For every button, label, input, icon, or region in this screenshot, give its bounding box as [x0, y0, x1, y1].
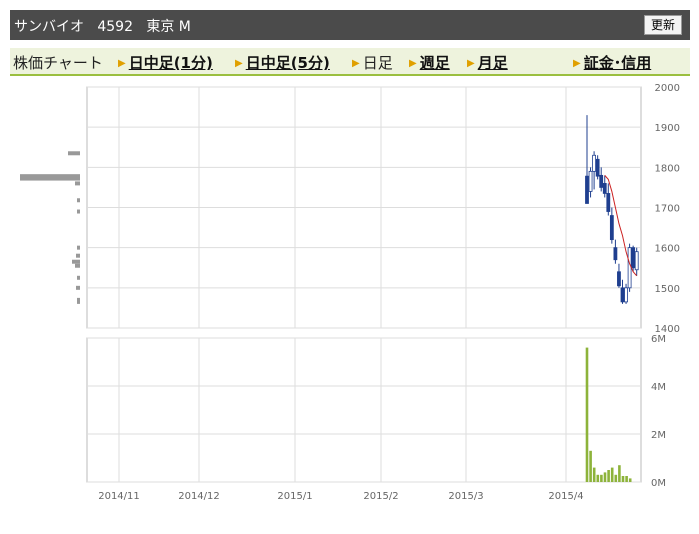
- candle-body: [585, 175, 589, 204]
- price-tick-label: 1800: [655, 163, 680, 174]
- candle-body: [602, 183, 607, 194]
- volume-bar: [596, 474, 600, 482]
- candle-body: [599, 174, 604, 188]
- profile-bar: [77, 299, 80, 304]
- tab-label[interactable]: 月足: [478, 54, 508, 72]
- candle-body: [592, 154, 596, 172]
- profile-bar: [76, 253, 80, 258]
- chart-period-tabs: 株価チャート ▶ 日中足(1分) ▶ 日中足(5分) ▶ 日足 ▶ 週足 ▶ 月足 ▶ 証金…: [10, 48, 690, 76]
- volume-axis: 0M 2M 4M 6M: [651, 334, 666, 489]
- tab-intraday-1min[interactable]: ▶ 日中足(1分): [118, 52, 213, 73]
- volume-bar: [618, 465, 621, 482]
- candle-body: [588, 170, 593, 192]
- tab-daily: ▶ 日足: [352, 52, 393, 73]
- tab-label[interactable]: 日中足(1分): [129, 54, 213, 72]
- candle-body: [627, 247, 632, 289]
- date-tick-label: 2015/3: [448, 491, 483, 502]
- volume-bar: [628, 478, 632, 482]
- stock-code: 4592: [97, 19, 133, 35]
- volume-bar: [592, 467, 596, 482]
- tab-intraday-5min[interactable]: ▶ 日中足(5分): [235, 52, 330, 73]
- tab-label: 日足: [362, 54, 393, 72]
- arrow-right-icon: ▶: [118, 58, 126, 69]
- date-tick-label: 2014/12: [178, 491, 220, 502]
- stock-title: サンバイオ 4592 東京 M: [14, 16, 191, 36]
- date-axis: 2014/11 2014/12 2015/1 2015/2 2015/3 2015/4: [98, 491, 583, 502]
- stock-header: サンバイオ 4592 東京 M 更新: [10, 10, 690, 40]
- tab-weekly[interactable]: ▶ 週足: [409, 52, 450, 73]
- volume-bar: [621, 476, 625, 482]
- tab-stock-chart: 株価チャート: [13, 52, 103, 73]
- refresh-button[interactable]: 更新: [643, 15, 682, 35]
- volume-bar: [610, 467, 614, 482]
- candle-body: [606, 193, 611, 212]
- volume-bar: [585, 347, 589, 482]
- price-tick-label: 2000: [655, 83, 680, 94]
- price-axis: 1400150016001700180019002000: [655, 83, 680, 335]
- tab-margin-credit[interactable]: ▶ 証金･信用: [573, 52, 651, 73]
- candle-body: [631, 247, 636, 269]
- tab-label[interactable]: 日中足(5分): [246, 54, 330, 72]
- price-volume-profile: [20, 151, 80, 304]
- candle-body: [595, 158, 600, 177]
- price-tick-label: 1700: [655, 204, 680, 215]
- arrow-right-icon: ▶: [467, 58, 475, 69]
- profile-bar: [75, 263, 80, 268]
- volume-bar: [607, 470, 610, 482]
- profile-bar: [77, 209, 80, 214]
- stock-market: 東京 M: [146, 19, 191, 35]
- arrow-right-icon: ▶: [235, 58, 243, 69]
- price-tick-label: 1900: [655, 123, 680, 134]
- profile-bar: [77, 198, 80, 203]
- candle-body: [617, 271, 621, 287]
- volume-panel: [86, 337, 642, 483]
- candle-body: [613, 247, 618, 261]
- stock-name: サンバイオ: [14, 19, 84, 35]
- volume-bar: [600, 474, 603, 482]
- candle-body: [634, 251, 639, 271]
- volume-bar: [614, 474, 618, 482]
- candle-body: [620, 287, 625, 303]
- volume-tick-label: 4M: [651, 382, 666, 393]
- profile-bar: [77, 245, 80, 250]
- stock-chart: 1400150016001700180019002000 0M2M4M6M 20…: [20, 83, 680, 502]
- volume-tick-label: 6M: [651, 334, 666, 345]
- date-tick-label: 2015/1: [277, 491, 312, 502]
- price-tick-label: 1600: [655, 244, 680, 255]
- arrow-right-icon: ▶: [409, 58, 417, 69]
- volume-tick-label: 0M: [651, 478, 666, 489]
- candle-body: [624, 287, 628, 303]
- tab-label[interactable]: 週足: [420, 54, 450, 72]
- date-tick-label: 2014/11: [98, 491, 140, 502]
- date-tick-label: 2015/2: [363, 491, 398, 502]
- profile-bar: [68, 151, 80, 156]
- volume-bar: [625, 476, 628, 482]
- candle-body: [609, 215, 614, 241]
- volume-tick-label: 2M: [651, 430, 666, 441]
- volume-bar: [589, 450, 592, 482]
- date-tick-label: 2015/4: [548, 491, 583, 502]
- arrow-right-icon: ▶: [573, 58, 581, 69]
- profile-bar: [75, 181, 80, 186]
- profile-bar: [76, 285, 80, 290]
- arrow-right-icon: ▶: [352, 58, 360, 69]
- tab-label: 株価チャート: [13, 54, 103, 72]
- price-tick-label: 1500: [655, 284, 680, 295]
- profile-bar: [20, 176, 80, 181]
- volume-bar: [603, 472, 607, 482]
- tab-label[interactable]: 証金･信用: [584, 54, 652, 72]
- profile-bar: [72, 259, 80, 264]
- tab-monthly[interactable]: ▶ 月足: [467, 52, 508, 73]
- profile-bar: [77, 275, 80, 280]
